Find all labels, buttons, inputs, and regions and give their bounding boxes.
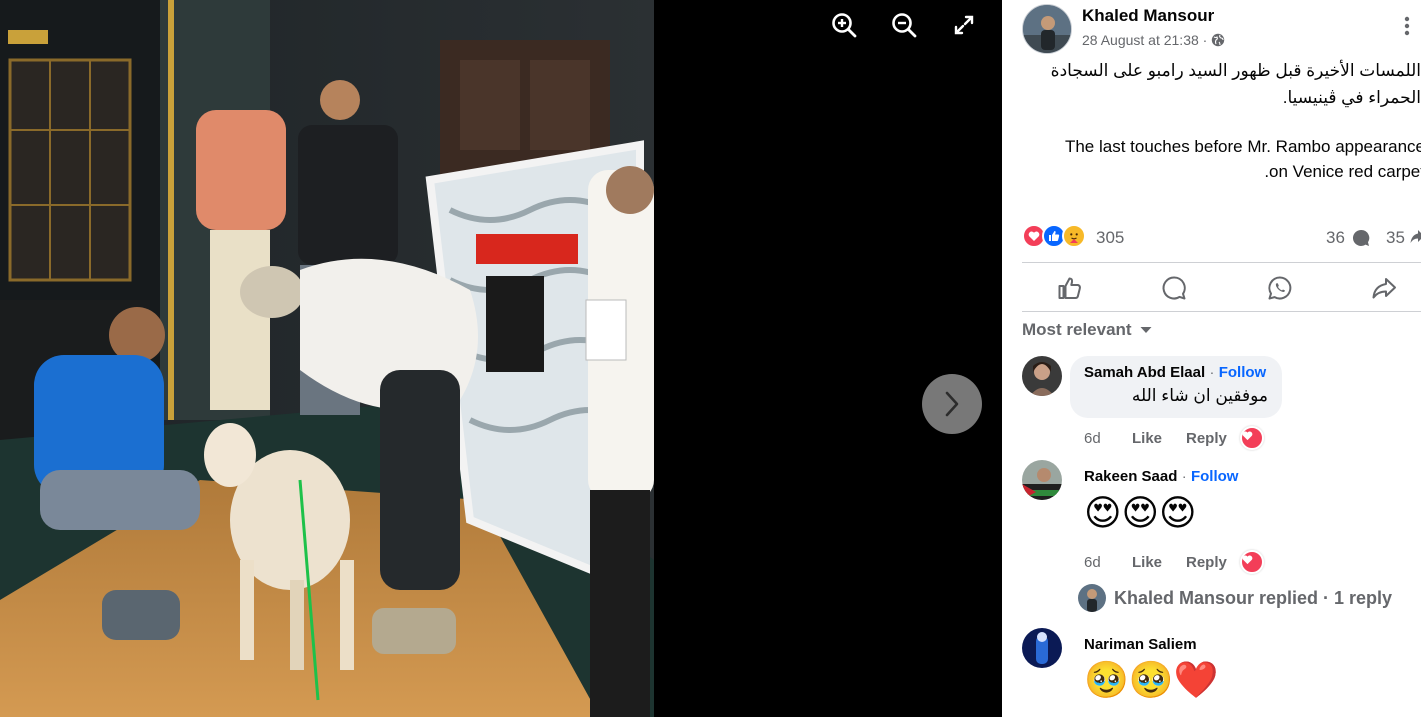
- author-avatar[interactable]: [1022, 4, 1072, 54]
- like-button[interactable]: [1054, 272, 1086, 304]
- follow-button[interactable]: Follow: [1191, 468, 1239, 485]
- share-button[interactable]: [1368, 272, 1400, 304]
- post-header: Khaled Mansour 28 August at 21:38 ·: [1022, 4, 1421, 54]
- caret-down-icon: [1140, 327, 1152, 333]
- follow-button[interactable]: Follow: [1219, 364, 1267, 381]
- globe-icon: [1212, 33, 1225, 47]
- post-photo: [0, 0, 654, 717]
- comment: Nariman Saliem 🥹🥹❤️: [1022, 628, 1421, 717]
- replies-summary: Khaled Mansour replied · 1 reply: [1114, 587, 1393, 608]
- comment-emojis: 😍😍😍: [1084, 493, 1197, 534]
- comment-like-button[interactable]: Like: [1132, 430, 1186, 447]
- view-replies-link[interactable]: Khaled Mansour replied · 1 reply: [1078, 584, 1392, 612]
- commenter-name[interactable]: Rakeen Saad: [1084, 468, 1177, 485]
- post-meta: 28 August at 21:38 ·: [1082, 32, 1225, 48]
- separator-dot: ·: [1209, 364, 1215, 380]
- share-icon: [1372, 278, 1396, 299]
- love-reaction-badge[interactable]: [1240, 550, 1264, 574]
- fullscreen-icon: [954, 15, 974, 35]
- comment-sort-dropdown[interactable]: Most relevant: [1022, 320, 1152, 340]
- post-text-english-line-1: The last touches before Mr. Rambo appear…: [1064, 137, 1421, 156]
- thumbs-up-icon: [1058, 277, 1081, 299]
- sort-label: Most relevant: [1022, 320, 1132, 339]
- heart-icon: [1242, 431, 1253, 441]
- avatar-image: [1023, 5, 1071, 53]
- comment-body: Rakeen Saad · Follow 😍😍😍: [1084, 468, 1238, 534]
- comment: Samah Abd Elaal · Follow موفقين ان شاء ا…: [1022, 356, 1421, 456]
- commenter-name[interactable]: Samah Abd Elaal: [1084, 364, 1205, 381]
- comment-header: Samah Abd Elaal · Follow: [1084, 364, 1268, 382]
- comment-text: موفقين ان شاء الله: [1131, 386, 1268, 405]
- zoom-out-icon: [892, 13, 917, 38]
- more-options-button[interactable]: [1397, 14, 1417, 38]
- comment-header: Rakeen Saad · Follow: [1084, 468, 1238, 486]
- comment-time[interactable]: 6d: [1084, 430, 1132, 447]
- more-dots-icon: [1404, 16, 1410, 36]
- heart-icon: [1242, 555, 1253, 565]
- comment-body: Nariman Saliem 🥹🥹❤️: [1084, 636, 1218, 701]
- comment: Rakeen Saad · Follow 😍😍😍 6d Like Reply: [1022, 460, 1421, 580]
- reactions-row: 305 36 35: [1022, 224, 1421, 252]
- divider: [1022, 311, 1421, 312]
- post-actions: [1022, 266, 1421, 310]
- chevron-right-icon: [945, 391, 959, 417]
- reply-author-avatar: [1078, 584, 1106, 612]
- post-text-arabic-line-1: اللمسات الأخيرة قبل ظهور السيد رامبو على…: [1050, 61, 1421, 80]
- zoom-out-button[interactable]: [884, 5, 924, 45]
- next-photo-button[interactable]: [922, 374, 982, 434]
- commenter-name[interactable]: Nariman Saliem: [1084, 636, 1218, 653]
- comment-button[interactable]: [1158, 272, 1190, 304]
- post-text-english-line-2: .on Venice red carpet: [1264, 162, 1421, 181]
- commenter-avatar[interactable]: [1022, 628, 1062, 668]
- post-panel: Khaled Mansour 28 August at 21:38 · اللم…: [1002, 0, 1421, 717]
- comment-time[interactable]: 6d: [1084, 554, 1132, 571]
- comment-meta: 6d Like Reply: [1084, 426, 1264, 450]
- fullscreen-button[interactable]: [944, 5, 984, 45]
- comment-emojis: 🥹🥹❤️: [1084, 660, 1219, 701]
- divider: [1022, 262, 1421, 263]
- care-reaction-icon: [1062, 224, 1086, 248]
- zoom-in-icon: [832, 13, 857, 38]
- whatsapp-icon: [1268, 276, 1292, 300]
- comment-reply-button[interactable]: Reply: [1186, 554, 1240, 571]
- comment-meta: 6d Like Reply: [1084, 550, 1264, 574]
- reaction-count[interactable]: 305: [1096, 228, 1124, 248]
- comment-icon: [1162, 276, 1186, 300]
- share-count-value: 35: [1386, 228, 1405, 247]
- commenter-avatar[interactable]: [1022, 356, 1062, 396]
- share-count[interactable]: 35: [1386, 228, 1421, 248]
- photo-viewer: [0, 0, 1002, 717]
- comment-bubble-icon: [1352, 229, 1370, 246]
- reaction-icons[interactable]: [1022, 224, 1086, 248]
- comment-like-button[interactable]: Like: [1132, 554, 1186, 571]
- zoom-in-button[interactable]: [824, 5, 864, 45]
- share-arrow-icon: [1410, 230, 1421, 243]
- comment-count[interactable]: 36: [1326, 228, 1371, 248]
- separator-dot: ·: [1181, 468, 1187, 484]
- post-text-arabic-line-2: الحمراء في ڤينيسيا.: [1282, 88, 1421, 107]
- comment-count-value: 36: [1326, 228, 1345, 247]
- comment-bubble: Samah Abd Elaal · Follow موفقين ان شاء ا…: [1070, 356, 1282, 418]
- whatsapp-share-button[interactable]: [1264, 272, 1296, 304]
- commenter-avatar[interactable]: [1022, 460, 1062, 500]
- comment-reply-button[interactable]: Reply: [1186, 430, 1240, 447]
- love-reaction-badge[interactable]: [1240, 426, 1264, 450]
- post-timestamp[interactable]: 28 August at 21:38 ·: [1082, 32, 1207, 48]
- author-name[interactable]: Khaled Mansour: [1082, 6, 1214, 26]
